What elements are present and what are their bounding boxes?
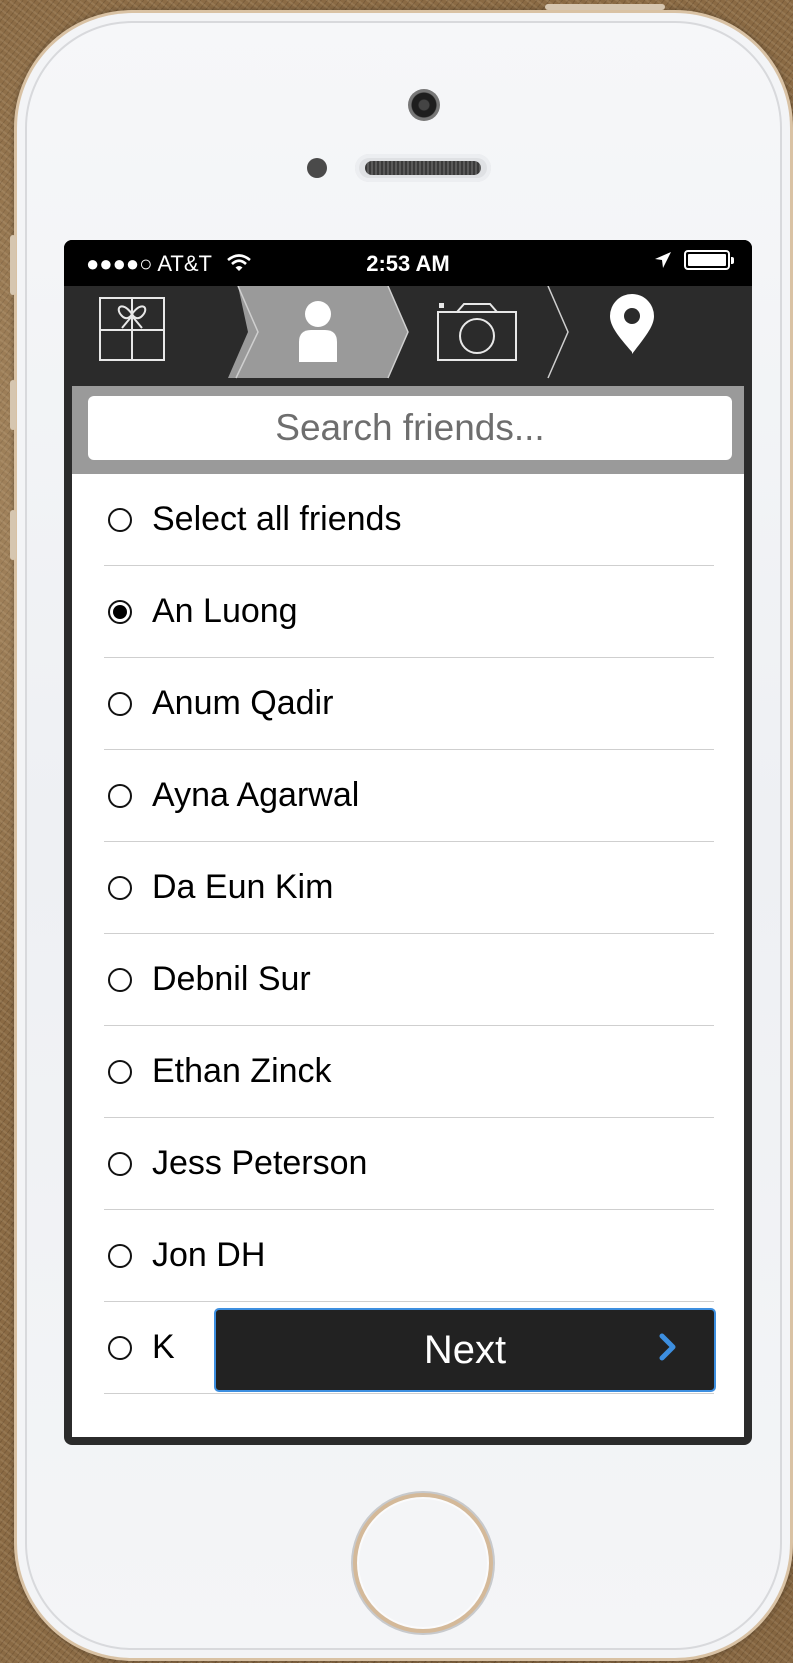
radio-button[interactable] — [108, 967, 132, 992]
list-item[interactable]: Jess Peterson — [104, 1118, 714, 1210]
location-pin-icon[interactable] — [610, 294, 654, 354]
volume-up-button — [10, 380, 16, 430]
friend-name: Ethan Zinck — [152, 1052, 332, 1090]
home-button[interactable] — [353, 1493, 493, 1633]
friend-name: An Luong — [152, 592, 298, 630]
radio-button[interactable] — [108, 1059, 132, 1084]
radio-button[interactable] — [108, 875, 132, 900]
next-button[interactable]: Next — [214, 1308, 716, 1392]
gift-icon[interactable] — [99, 297, 165, 361]
radio-button[interactable] — [108, 783, 132, 808]
list-item[interactable]: Da Eun Kim — [104, 842, 714, 934]
power-button — [545, 4, 665, 10]
friend-name: Jon DH — [152, 1236, 266, 1274]
friend-name: Ayna Agarwal — [152, 776, 360, 814]
list-item[interactable]: Ethan Zinck — [104, 1026, 714, 1118]
select-all-row[interactable]: Select all friends — [104, 474, 714, 566]
earpiece-speaker — [355, 154, 491, 182]
search-friends-input[interactable] — [88, 396, 732, 460]
list-item[interactable]: Jon DH — [104, 1210, 714, 1302]
radio-button[interactable] — [108, 507, 132, 532]
radio-button[interactable] — [108, 1335, 132, 1360]
friend-name: K — [152, 1328, 175, 1366]
radio-button[interactable] — [108, 599, 132, 624]
location-arrow-icon — [655, 252, 671, 268]
mute-switch — [10, 235, 16, 295]
radio-button[interactable] — [108, 1243, 132, 1268]
select-all-label: Select all friends — [152, 500, 402, 538]
volume-down-button — [10, 510, 16, 560]
friends-list: Select all friends An Luong Anum Qadir A… — [72, 474, 744, 1437]
search-bar — [72, 386, 744, 474]
step-separator — [547, 286, 569, 379]
front-camera — [408, 89, 440, 121]
list-item[interactable]: Debnil Sur — [104, 934, 714, 1026]
next-button-label: Next — [423, 1328, 507, 1372]
friend-name: Debnil Sur — [152, 960, 311, 998]
proximity-sensor — [307, 158, 327, 178]
camera-icon[interactable] — [437, 303, 517, 361]
friend-name: Jess Peterson — [152, 1144, 368, 1182]
radio-button[interactable] — [108, 1151, 132, 1176]
status-time: 2:53 AM — [366, 251, 450, 276]
app-screen: ●●●●○ AT&T 2:53 AM Search friends... Sel… — [64, 240, 752, 1445]
list-item[interactable]: An Luong — [104, 566, 714, 658]
status-bar: ●●●●○ AT&T 2:53 AM — [64, 240, 752, 286]
status-right — [654, 250, 734, 270]
friend-name: Da Eun Kim — [152, 868, 334, 906]
step-progress-bar — [72, 286, 744, 386]
radio-button[interactable] — [108, 691, 132, 716]
friend-name: Anum Qadir — [152, 684, 334, 722]
chevron-right-icon — [659, 1333, 676, 1361]
list-item[interactable]: Anum Qadir — [104, 658, 714, 750]
battery-icon — [684, 250, 734, 270]
list-item[interactable]: Ayna Agarwal — [104, 750, 714, 842]
